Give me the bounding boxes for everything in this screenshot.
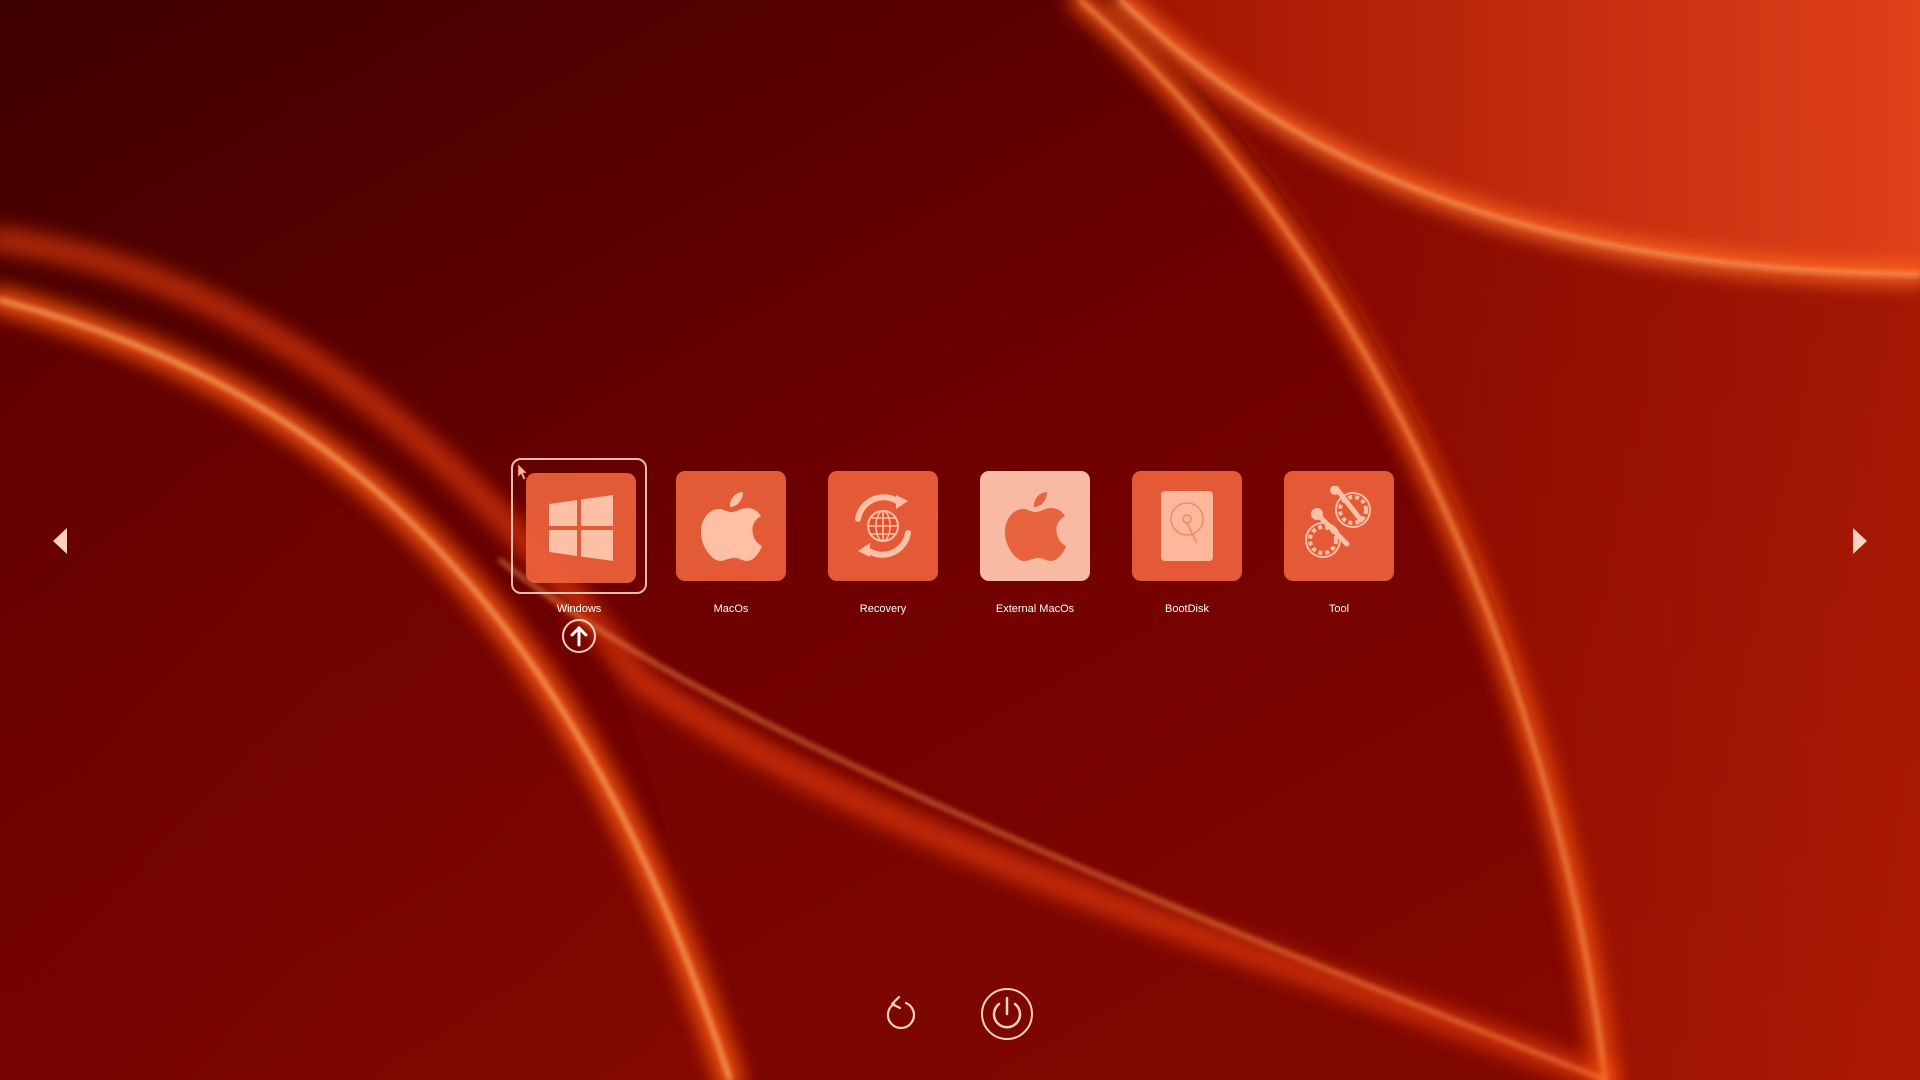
boot-entry-tile [526,473,636,583]
chevron-right-icon [1853,528,1867,554]
boot-entry-external-macos[interactable] [967,458,1103,594]
apple-logo-icon [1005,492,1066,561]
mouse-pointer-icon [517,463,528,480]
apple-logo-icon [701,492,762,561]
windows-logo-icon [549,495,613,561]
boot-entry-label: Tool [1328,603,1350,615]
boot-entry-tile [1132,471,1242,581]
arrow-up-circle-icon [562,619,596,653]
boot-entry-macos[interactable] [663,458,799,594]
boot-entry-tile [828,471,938,581]
boot-entry-tile [1284,471,1394,581]
boot-entry-tile [980,471,1090,581]
disk-icon [1161,491,1213,561]
shutdown-button[interactable] [980,987,1034,1041]
boot-entry-bootdisk[interactable] [1119,458,1255,594]
boot-entry-recovery[interactable] [815,458,951,594]
restart-icon [886,995,916,1030]
boot-entry-tile [676,471,786,581]
boot-entry-tool[interactable] [1271,458,1407,594]
chevron-left-icon [53,528,67,554]
tools-gears-icon [1305,486,1371,558]
wallpaper [0,0,1920,1080]
scroll-right-button[interactable] [1848,524,1872,558]
boot-entry-windows[interactable] [511,458,647,594]
recovery-globe-icon [855,494,911,558]
scroll-left-button[interactable] [48,524,72,558]
power-icon [981,988,1033,1040]
restart-button[interactable] [880,994,920,1034]
